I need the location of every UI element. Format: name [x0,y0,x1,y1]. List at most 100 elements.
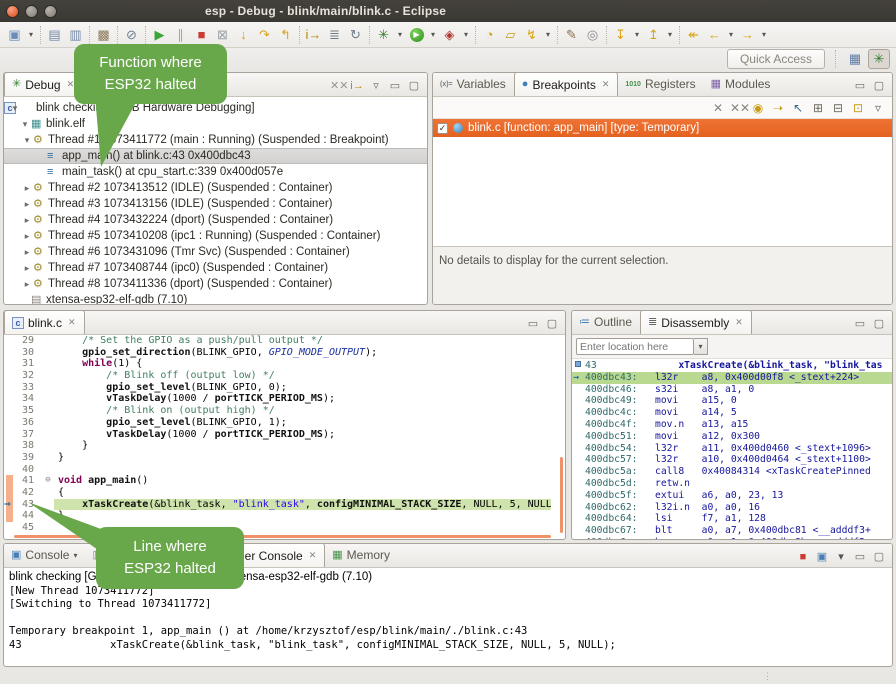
tree-expander-icon[interactable]: ▾ [10,103,20,114]
disassembly-listing[interactable]: 43 xTaskCreate(&blink_task, "blink_tas→4… [572,359,892,540]
code-line[interactable]: 36 gpio_set_level(BLINK_GPIO, 1); [4,417,565,429]
dropdown-caret[interactable]: ▾ [25,25,37,45]
disassembly-row[interactable]: 400dbc62: l32i.n a0, a0, 16 [572,502,892,514]
search-icon[interactable]: ◎ [582,25,603,45]
next-edit-icon[interactable]: → [737,25,758,45]
step-return-icon[interactable]: ↰ [275,25,296,45]
show-supported-icon[interactable]: ◉ [750,101,766,115]
location-input[interactable] [576,338,694,355]
disassembly-row[interactable]: 400dbc57: l32r a10, 0x400d0464 <_stext+1… [572,454,892,466]
tab-close-icon[interactable]: ✕ [735,317,743,328]
disassembly-row[interactable]: 400dbc4f: mov.n a13, a15 [572,419,892,431]
code-line[interactable]: 42{ [4,487,565,499]
open-perspective-icon[interactable]: ▦ [844,49,866,69]
skip-all-breakpoints-icon[interactable]: ⊘ [121,25,142,45]
skip-all-icon[interactable]: ↖ [790,101,806,115]
instruction-step-toggle-icon[interactable]: i→ [349,80,365,92]
disassembly-source-line[interactable]: 43 xTaskCreate(&blink_task, "blink_tas [572,360,892,372]
minimize-button[interactable] [25,5,38,18]
save-all-icon[interactable]: ▥ [65,25,86,45]
code-line[interactable]: 40 [4,464,565,476]
maximize-icon[interactable]: ▢ [871,79,887,92]
delete-icon[interactable]: ✕ [710,101,726,115]
save-icon[interactable]: ▤ [44,25,65,45]
minimize-icon[interactable]: ▭ [852,79,868,92]
disassembly-row[interactable]: 400dbc5a: call8 0x40084314 <xTaskCreateP… [572,466,892,478]
tab-close-icon[interactable]: ✕ [309,550,317,561]
minimize-icon[interactable]: ▭ [525,317,541,330]
tree-item[interactable]: ▸⚙Thread #2 1073413512 (IDLE) (Suspended… [4,180,427,196]
code-line[interactable]: 37 vTaskDelay(1000 / portTICK_PERIOD_MS)… [4,429,565,441]
step-into-icon[interactable]: ↓ [233,25,254,45]
fold-marker-icon[interactable]: ⊖ [42,475,54,487]
resume-icon[interactable]: ▶ [149,25,170,45]
tab-blink.c[interactable]: cblink.c✕ [4,310,85,334]
dropdown-caret[interactable]: ▾ [725,25,737,45]
disassembly-row[interactable]: 400dbc54: l32r a11, 0x400d0460 <_stext+1… [572,443,892,455]
tree-item[interactable]: ▸⚙Thread #3 1073413156 (IDLE) (Suspended… [4,196,427,212]
tree-item[interactable]: ▸⚙Thread #4 1073432224 (dport) (Suspende… [4,212,427,228]
code-line[interactable]: 30 gpio_set_direction(BLINK_GPIO, GPIO_M… [4,347,565,359]
tab-breakpoints[interactable]: ●Breakpoints✕ [514,72,619,96]
tree-item[interactable]: ▾▦blink.elf [4,116,427,132]
dropdown-caret[interactable]: ▾ [631,25,643,45]
disconnect-icon[interactable]: ⊠ [212,25,233,45]
code-line[interactable]: 35 /* Blink on (output high) */ [4,405,565,417]
maximize-button[interactable] [44,5,57,18]
code-line[interactable]: 32 /* Blink off (output low) */ [4,370,565,382]
dropdown-caret[interactable]: ▾ [833,550,849,563]
tree-item[interactable]: ≡main_task() at cpu_start.c:339 0x400d05… [4,164,427,180]
clean-icon[interactable]: ✎ [561,25,582,45]
debug-icon[interactable]: ✳ [373,25,394,45]
vertical-scrollbar[interactable] [560,457,563,533]
prev-edit-icon[interactable]: ← [704,25,725,45]
collapse-all-icon[interactable]: ⊟ [830,101,846,115]
run-icon[interactable]: ▶ [406,25,427,45]
tree-expander-icon[interactable]: ▾ [20,119,30,130]
disassembly-row[interactable]: 400dbc64: lsi f7, a1, 128 [572,513,892,525]
link-debug-icon[interactable]: ⊡ [850,101,866,115]
dropdown-caret[interactable]: ▾ [758,25,770,45]
sash-grip[interactable]: ⋮ [763,671,773,682]
code-line[interactable]: 34 vTaskDelay(1000 / portTICK_PERIOD_MS)… [4,393,565,405]
tab-modules[interactable]: ▦Modules [704,72,779,96]
maximize-icon[interactable]: ▢ [871,550,887,563]
code-line[interactable]: 29 /* Set the GPIO as a push/pull output… [4,335,565,347]
suspend-icon[interactable]: ∥ [170,25,191,45]
code-line[interactable]: 41⊖void app_main() [4,475,565,487]
code-line[interactable]: 33 gpio_set_level(BLINK_GPIO, 0); [4,382,565,394]
refresh-debug-icon[interactable]: ↻ [345,25,366,45]
tab-close-icon[interactable]: ✕ [602,79,610,90]
tree-expander-icon[interactable]: ▸ [22,215,32,226]
minimize-icon[interactable]: ▭ [387,79,403,92]
tab-variables[interactable]: (x)=Variables [433,72,514,96]
disassembly-row[interactable]: 400dbc51: movi a12, 0x300 [572,431,892,443]
pin-down-icon[interactable]: ↧ [610,25,631,45]
tree-expander-icon[interactable]: ▸ [22,247,32,258]
tree-item[interactable]: ≡app_main() at blink.c:43 0x400dbc43 [4,148,427,164]
code-line[interactable]: 39} [4,452,565,464]
show-view-icon[interactable]: ≣ [324,25,345,45]
step-over-icon[interactable]: ↷ [254,25,275,45]
dropdown-caret[interactable]: ▾ [460,25,472,45]
view-menu-icon[interactable]: ▿ [870,101,886,115]
pin-up-icon[interactable]: ↥ [643,25,664,45]
tree-expander-icon[interactable]: ▸ [22,279,32,290]
maximize-icon[interactable]: ▢ [871,317,887,330]
flash-icon[interactable]: ↯ [521,25,542,45]
disassembly-row[interactable]: 400dbc46: s32i a8, a1, 0 [572,384,892,396]
close-button[interactable] [6,5,19,18]
tree-item[interactable]: ▸⚙Thread #6 1073431096 (Tmr Svc) (Suspen… [4,244,427,260]
tree-item[interactable]: ▤xtensa-esp32-elf-gdb (7.10) [4,292,427,305]
open-task-icon[interactable]: ◔ [479,25,500,45]
tab-outline[interactable]: ≔Outline [572,310,640,334]
external-tools-icon[interactable]: ◈ [439,25,460,45]
tree-item[interactable]: ▾⚙Thread #1 1073411772 (main : Running) … [4,132,427,148]
breakpoint-checkbox[interactable]: ✓ [437,123,448,134]
tree-item[interactable]: ▸⚙Thread #8 1073411336 (dport) (Suspende… [4,276,427,292]
tab-close-icon[interactable]: ✕ [68,317,76,328]
new-wizard-icon[interactable]: ▣ [4,25,25,45]
back-icon[interactable]: ↞ [683,25,704,45]
expand-all-icon[interactable]: ⊞ [810,101,826,115]
tree-expander-icon[interactable]: ▾ [22,135,32,146]
